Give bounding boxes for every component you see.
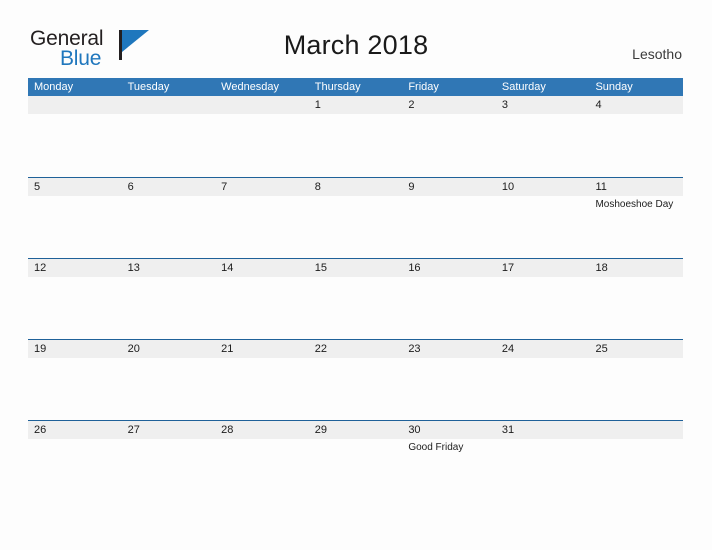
calendar-empty-cell	[215, 96, 309, 177]
calendar-day-cell[interactable]: 1	[309, 96, 403, 177]
day-number: 25	[595, 343, 608, 355]
calendar-week-row: 1 2 3 4	[28, 96, 683, 177]
calendar-day-cell[interactable]: 19	[28, 340, 122, 421]
calendar-day-cell[interactable]: 22	[309, 340, 403, 421]
day-number: 22	[314, 343, 327, 355]
calendar-day-cell[interactable]: 4	[589, 96, 683, 177]
calendar-empty-cell	[28, 96, 122, 177]
day-number: 30	[408, 424, 421, 436]
calendar-day-cell[interactable]: 24	[496, 340, 590, 421]
calendar-day-cell[interactable]: 3	[496, 96, 590, 177]
calendar-day-cell[interactable]: 31	[496, 421, 590, 502]
day-number: 13	[127, 262, 140, 274]
calendar-day-cell[interactable]: 27	[122, 421, 216, 502]
day-number: 15	[314, 262, 327, 274]
day-number: 27	[127, 424, 140, 436]
week-cells: 26 27 28 29 30 Good Friday 31	[28, 421, 683, 502]
page-header: General Blue March 2018 Lesotho	[0, 0, 712, 78]
calendar-day-cell[interactable]: 9	[402, 178, 496, 259]
day-number: 23	[408, 343, 421, 355]
holiday-label: Moshoeshoe Day	[595, 199, 674, 210]
calendar-day-cell[interactable]: 13	[122, 259, 216, 340]
calendar-day-cell[interactable]: 29	[309, 421, 403, 502]
weekday-header-sunday: Sunday	[595, 81, 633, 93]
day-number: 29	[314, 424, 327, 436]
calendar-empty-cell	[589, 421, 683, 502]
day-number	[128, 96, 216, 114]
day-number: 11	[595, 181, 607, 193]
week-cells: 5 6 7 8 9 10 11 Moshoeshoe Day	[28, 178, 683, 259]
day-number: 18	[595, 262, 608, 274]
calendar-day-cell[interactable]: 17	[496, 259, 590, 340]
calendar-day-cell[interactable]: 25	[589, 340, 683, 421]
calendar-day-cell[interactable]: 21	[215, 340, 309, 421]
week-cells: 1 2 3 4	[28, 96, 683, 177]
day-number: 5	[34, 181, 41, 193]
calendar-day-cell[interactable]: 5	[28, 178, 122, 259]
calendar-empty-cell	[122, 96, 216, 177]
calendar-grid: Monday Tuesday Wednesday Thursday Friday Satu…	[28, 78, 683, 501]
calendar-day-cell[interactable]: 23	[402, 340, 496, 421]
day-number	[221, 96, 309, 114]
calendar-day-cell[interactable]: 14	[215, 259, 309, 340]
day-number: 10	[501, 181, 515, 193]
day-number: 16	[408, 262, 421, 274]
day-number: 19	[34, 343, 47, 355]
holiday-label: Good Friday	[408, 442, 464, 453]
day-number: 8	[314, 181, 321, 193]
weekday-header-row: Monday Tuesday Wednesday Thursday Friday Satu…	[28, 78, 683, 96]
weekday-header-friday: Friday	[408, 81, 439, 93]
calendar-day-cell[interactable]: 7	[215, 178, 309, 259]
calendar-day-cell[interactable]: 2	[402, 96, 496, 177]
day-number	[34, 96, 122, 114]
week-cells: 12 13 14 15 16 17 18	[28, 259, 683, 340]
weekday-header-wednesday: Wednesday	[221, 81, 280, 93]
calendar-day-cell[interactable]: 12	[28, 259, 122, 340]
day-number: 21	[221, 343, 234, 355]
day-number: 1	[314, 99, 321, 111]
calendar-week-row: 26 27 28 29 30 Good Friday 31	[28, 420, 683, 501]
calendar-day-cell[interactable]: 20	[122, 340, 216, 421]
day-number: 28	[221, 424, 234, 436]
calendar-day-cell[interactable]: 16	[402, 259, 496, 340]
day-number: 7	[221, 181, 228, 193]
day-number: 2	[408, 99, 415, 111]
day-number: 4	[595, 99, 602, 111]
day-number: 6	[127, 181, 134, 193]
page-title: March 2018	[283, 30, 429, 60]
calendar-day-cell[interactable]: 6	[122, 178, 216, 259]
calendar-day-cell[interactable]: 10	[496, 178, 590, 259]
calendar-day-cell[interactable]: 30 Good Friday	[402, 421, 496, 502]
day-number: 20	[127, 343, 140, 355]
weekday-header-saturday: Saturday	[501, 81, 546, 93]
day-number: 12	[34, 262, 47, 274]
day-number: 24	[501, 343, 515, 355]
calendar-weeks: 1 2 3 4 5 6 7 8 9 10 11 Moshoeshoe Day 12 13 14 15 16 17 1…	[28, 96, 683, 501]
calendar-day-cell[interactable]: 18	[589, 259, 683, 340]
calendar-week-row: 12 13 14 15 16 17 18	[28, 258, 683, 339]
calendar-week-row: 5 6 7 8 9 10 11 Moshoeshoe Day	[28, 177, 683, 258]
calendar-day-cell[interactable]: 26	[28, 421, 122, 502]
week-cells: 19 20 21 22 23 24 25	[28, 340, 683, 421]
day-number: 14	[221, 262, 234, 274]
day-number: 31	[501, 424, 515, 436]
calendar-day-cell[interactable]: 15	[309, 259, 403, 340]
country-label: Lesotho	[632, 46, 682, 62]
calendar-day-cell[interactable]: 28	[215, 421, 309, 502]
weekday-header-thursday: Thursday	[314, 81, 361, 93]
day-number	[595, 421, 683, 439]
day-number: 3	[501, 99, 509, 111]
calendar-week-row: 19 20 21 22 23 24 25	[28, 339, 683, 420]
weekday-header-tuesday: Tuesday	[127, 81, 170, 93]
day-number: 26	[34, 424, 47, 436]
day-number: 9	[408, 181, 415, 193]
calendar-day-cell[interactable]: 11 Moshoeshoe Day	[589, 178, 683, 259]
day-number: 17	[501, 262, 515, 274]
calendar-day-cell[interactable]: 8	[309, 178, 403, 259]
weekday-header-monday: Monday	[34, 81, 74, 93]
